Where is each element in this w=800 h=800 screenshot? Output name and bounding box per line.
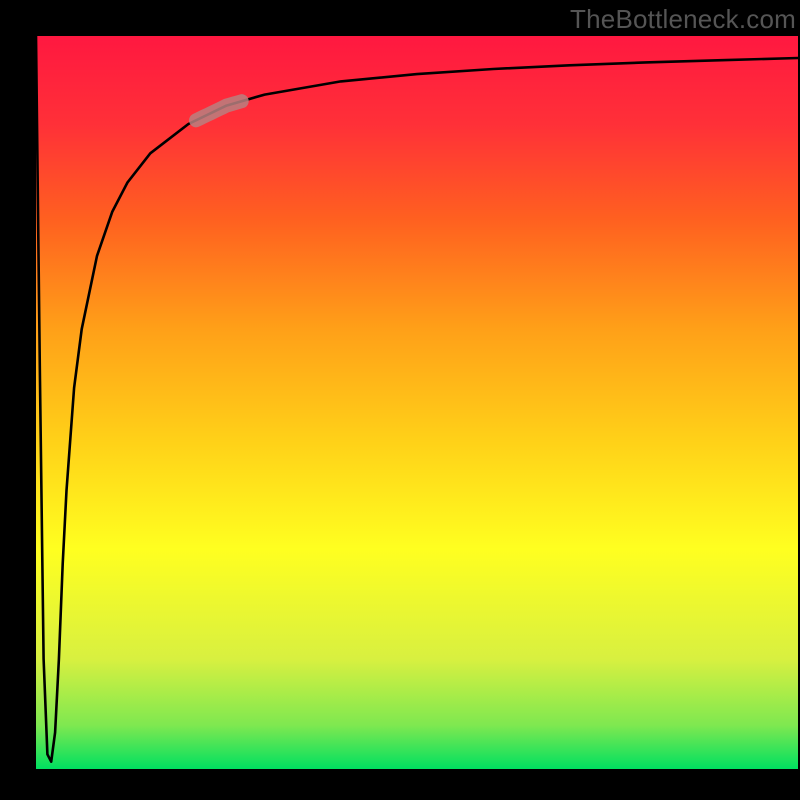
plot-area xyxy=(36,36,798,769)
watermark-text: TheBottleneck.com xyxy=(570,4,796,35)
bottleneck-curve xyxy=(36,36,798,762)
curve-layer xyxy=(36,36,798,769)
chart-frame: TheBottleneck.com xyxy=(0,0,800,800)
highlight-segment xyxy=(196,101,242,120)
